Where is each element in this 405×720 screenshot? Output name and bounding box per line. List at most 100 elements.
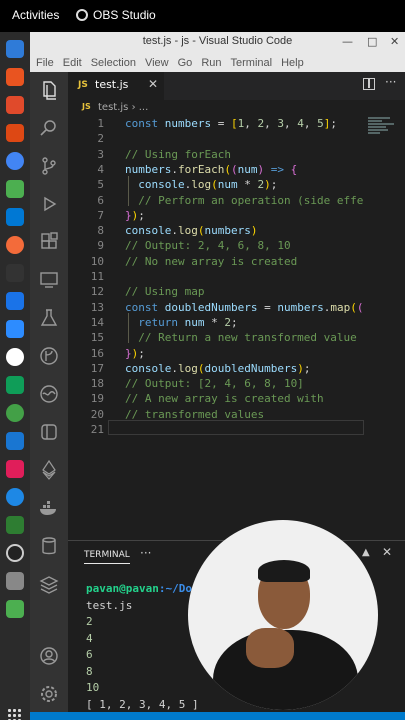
- line-number: 14: [90, 315, 104, 329]
- split-editor-icon[interactable]: [363, 78, 375, 90]
- tab-test-js[interactable]: JS test.js ✕: [68, 72, 164, 100]
- terminal-line: test.js: [86, 599, 133, 612]
- panel-more-icon[interactable]: ···: [140, 546, 151, 560]
- menu-help[interactable]: Help: [281, 54, 304, 72]
- trash-icon[interactable]: [6, 600, 24, 618]
- sidebar-icon[interactable]: [39, 422, 59, 442]
- menu-run[interactable]: Run: [201, 54, 221, 72]
- line-number: 20: [90, 407, 104, 421]
- code-line: 8 console.log(numbers): [68, 224, 368, 239]
- code-line: 18 // Output: [2, 4, 6, 8, 10]: [68, 377, 368, 392]
- line-number: 10: [90, 254, 104, 268]
- breadcrumb: JS test.js › ...: [68, 100, 405, 116]
- activities-button[interactable]: Activities: [12, 8, 59, 22]
- obs-app-icon[interactable]: [6, 544, 24, 562]
- help-icon[interactable]: [6, 488, 24, 506]
- more-actions-icon[interactable]: ···: [385, 75, 396, 89]
- layers-icon[interactable]: [39, 574, 59, 594]
- code-line: 9 // Output: 2, 4, 6, 8, 10: [68, 239, 368, 254]
- menu-edit[interactable]: Edit: [63, 54, 82, 72]
- menu-file[interactable]: File: [36, 54, 54, 72]
- run-debug-icon[interactable]: [39, 194, 59, 214]
- docker-icon[interactable]: [39, 498, 59, 518]
- code-text: console.log(numbers): [125, 224, 258, 238]
- zoom-icon[interactable]: [6, 320, 24, 338]
- js-file-icon: JS: [78, 80, 88, 90]
- code-line: 14 return num * 2;: [68, 316, 368, 331]
- app-icon[interactable]: [6, 376, 24, 394]
- code-text: // Output: 2, 4, 6, 8, 10: [125, 239, 291, 253]
- app-icon[interactable]: [6, 432, 24, 450]
- menu-go[interactable]: Go: [178, 54, 193, 72]
- remote-explorer-icon[interactable]: [39, 270, 59, 290]
- breadcrumb-file[interactable]: test.js › ...: [98, 102, 148, 113]
- line-number: 5: [97, 178, 104, 192]
- app-icon[interactable]: [6, 68, 24, 86]
- source-control-icon[interactable]: [39, 156, 59, 176]
- explorer-icon[interactable]: [39, 80, 59, 100]
- line-number: 11: [90, 270, 104, 283]
- code-text: // No new array is created: [125, 254, 298, 268]
- code-text: // Return a new transformed value: [125, 331, 357, 345]
- maximize-button[interactable]: □: [367, 35, 377, 48]
- dock: [0, 32, 30, 720]
- system-top-bar: Activities OBS Studio: [0, 0, 405, 32]
- menu-view[interactable]: View: [145, 54, 169, 72]
- presenter-hand: [246, 628, 294, 668]
- terminal-prompt: pavan@pavan:~/Do: [86, 582, 192, 595]
- database-icon[interactable]: [39, 536, 59, 556]
- terminal-icon[interactable]: [6, 264, 24, 282]
- maximize-panel-icon[interactable]: ▲: [362, 547, 370, 558]
- code-text: });: [125, 208, 145, 222]
- close-panel-icon[interactable]: ✕: [382, 545, 392, 559]
- status-bar: [30, 712, 405, 720]
- terminal-line: 6: [86, 648, 93, 661]
- minimize-button[interactable]: —: [342, 35, 353, 48]
- show-apps-icon[interactable]: [7, 708, 23, 720]
- software-icon[interactable]: [6, 124, 24, 142]
- app-icon[interactable]: [6, 96, 24, 114]
- line-number: 17: [90, 361, 104, 375]
- account-icon[interactable]: [39, 646, 59, 666]
- testing-icon[interactable]: [39, 308, 59, 328]
- js-file-icon: JS: [82, 102, 91, 111]
- app-icon[interactable]: [6, 516, 24, 534]
- app-icon[interactable]: [6, 348, 24, 366]
- menu-terminal[interactable]: Terminal: [231, 54, 273, 72]
- code-line: 1 const numbers = [1, 2, 3, 4, 5];: [68, 117, 368, 132]
- app-menu[interactable]: OBS Studio: [76, 8, 156, 22]
- ethereum-icon[interactable]: [39, 460, 59, 480]
- obs-icon: [76, 9, 88, 21]
- code-line: 7});: [68, 209, 368, 224]
- vscode-icon[interactable]: [6, 208, 24, 226]
- extensions-icon[interactable]: [39, 232, 59, 252]
- code-line: 12 // Using map: [68, 285, 368, 300]
- line-number: 3: [97, 147, 104, 161]
- app-icon[interactable]: [6, 236, 24, 254]
- slack-icon[interactable]: [6, 460, 24, 478]
- app-icon[interactable]: [6, 180, 24, 198]
- search-icon[interactable]: [39, 118, 59, 138]
- tab-terminal[interactable]: TERMINAL: [84, 550, 130, 564]
- close-tab-icon[interactable]: ✕: [148, 77, 158, 91]
- minimap[interactable]: [368, 116, 398, 146]
- terminal-line: 2: [86, 615, 93, 628]
- chrome-icon[interactable]: [6, 152, 24, 170]
- settings-gear-icon[interactable]: [39, 684, 59, 704]
- code-line: 21: [68, 423, 368, 438]
- live-server-icon[interactable]: [39, 384, 59, 404]
- close-window-button[interactable]: ✕: [390, 35, 399, 48]
- app-icon[interactable]: [6, 292, 24, 310]
- code-editor[interactable]: 1 const numbers = [1, 2, 3, 4, 5]; 2 3 // Us…: [68, 116, 405, 540]
- app-icon[interactable]: [6, 404, 24, 422]
- code-text: const doubledNumbers = numbers.map((: [125, 300, 364, 314]
- webcam-overlay: [188, 520, 378, 710]
- code-line: 13 const doubledNumbers = numbers.map((: [68, 301, 368, 316]
- breadcrumb-file-name: test.js: [98, 102, 129, 113]
- menu-selection[interactable]: Selection: [91, 54, 136, 72]
- git-graph-icon[interactable]: [39, 346, 59, 366]
- app-icon[interactable]: [6, 572, 24, 590]
- code-line: 3 // Using forEach: [68, 148, 368, 163]
- code-line: 17 console.log(doubledNumbers);: [68, 362, 368, 377]
- files-app-icon[interactable]: [6, 40, 24, 58]
